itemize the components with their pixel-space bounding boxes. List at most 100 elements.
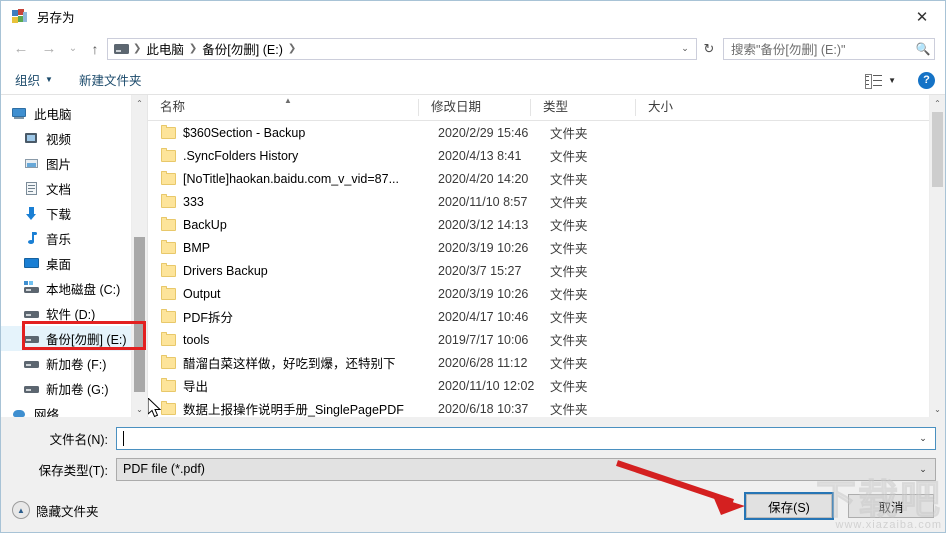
search-box[interactable]: 搜索"备份[勿删] (E:)" 🔍 <box>723 37 935 60</box>
column-header-date[interactable]: 修改日期 <box>418 99 530 116</box>
scroll-down-icon[interactable]: ⌄ <box>930 401 945 417</box>
breadcrumb-item-0[interactable]: 此电脑 <box>142 39 188 58</box>
table-row[interactable]: 333 2020/11/10 8:57 文件夹 <box>148 190 945 213</box>
folder-icon <box>161 308 176 323</box>
sidebar-item-local-disk-c[interactable]: 本地磁盘 (C:) <box>1 276 147 301</box>
scroll-up-icon[interactable]: ⌃ <box>930 95 945 111</box>
table-row[interactable]: Output 2020/3/19 10:26 文件夹 <box>148 282 945 305</box>
column-header-name[interactable]: 名称 <box>148 99 418 116</box>
cell-name: .SyncFolders History <box>183 148 299 163</box>
sort-ascending-icon: ▲ <box>284 96 292 105</box>
up-icon[interactable]: ↑ <box>83 37 107 61</box>
sidebar-item-downloads[interactable]: 下载 <box>1 201 147 226</box>
sidebar-item-pictures[interactable]: 图片 <box>1 151 147 176</box>
table-row[interactable]: BMP 2020/3/19 10:26 文件夹 <box>148 236 945 259</box>
folder-icon <box>161 377 176 392</box>
folder-icon <box>161 216 176 231</box>
table-row[interactable]: BackUp 2020/3/12 14:13 文件夹 <box>148 213 945 236</box>
save-button[interactable]: 保存(S) <box>744 492 834 520</box>
table-row[interactable]: PDF拆分 2020/4/17 10:46 文件夹 <box>148 305 945 328</box>
filename-row: 文件名(N): ⌄ <box>1 426 945 450</box>
videos-icon <box>23 130 40 147</box>
savetype-chevron-down-icon[interactable]: ⌄ <box>911 459 935 480</box>
view-list-icon[interactable] <box>865 73 883 89</box>
scrollbar-thumb[interactable] <box>134 237 145 392</box>
folder-icon <box>161 193 176 208</box>
forward-icon[interactable]: → <box>35 37 63 61</box>
table-row[interactable]: .SyncFolders History 2020/4/13 8:41 文件夹 <box>148 144 945 167</box>
sidebar-item-drive-d[interactable]: 软件 (D:) <box>1 301 147 326</box>
sidebar-item-videos[interactable]: 视频 <box>1 126 147 151</box>
back-icon[interactable]: ← <box>7 37 35 61</box>
file-list-scrollbar[interactable]: ⌃ ⌄ <box>929 95 945 417</box>
save-as-icon <box>12 8 28 25</box>
sidebar-item-drive-e[interactable]: 备份[勿删] (E:) <box>1 326 147 351</box>
scrollbar-thumb[interactable] <box>932 112 943 187</box>
address-dropdown-icon[interactable]: ⌄ <box>674 43 696 54</box>
organize-button[interactable]: 组织 ▼ <box>15 70 53 89</box>
sidebar-item-label: 文档 <box>46 183 72 197</box>
cell-type: 文件夹 <box>550 334 588 348</box>
cell-type: 文件夹 <box>550 150 588 164</box>
cell-type: 文件夹 <box>550 196 588 210</box>
table-row[interactable]: 导出 2020/11/10 12:02 文件夹 <box>148 374 945 397</box>
cell-type: 文件夹 <box>550 380 588 394</box>
sidebar-item-music[interactable]: 音乐 <box>1 226 147 251</box>
filename-chevron-down-icon[interactable]: ⌄ <box>911 428 935 449</box>
table-row[interactable]: $360Section - Backup 2020/2/29 15:46 文件夹 <box>148 121 945 144</box>
column-header-size[interactable]: 大小 <box>635 99 705 116</box>
search-icon[interactable]: 🔍 <box>912 42 934 56</box>
filename-input[interactable]: ⌄ <box>116 426 936 450</box>
refresh-icon[interactable]: ↻ <box>697 38 721 60</box>
scroll-down-icon[interactable]: ⌄ <box>132 401 147 417</box>
cell-name: [NoTitle]haokan.baidu.com_v_vid=87... <box>183 171 399 186</box>
sidebar-item-network[interactable]: 网络 <box>1 401 147 417</box>
computer-icon <box>11 105 28 122</box>
new-folder-button[interactable]: 新建文件夹 <box>79 70 142 89</box>
savetype-label: 保存类型(T): <box>38 463 108 478</box>
cell-name: $360Section - Backup <box>183 125 306 140</box>
cell-name: 导出 <box>183 380 209 394</box>
sidebar-item-drive-f[interactable]: 新加卷 (F:) <box>1 351 147 376</box>
help-icon[interactable]: ? <box>918 71 935 89</box>
sidebar-item-drive-g[interactable]: 新加卷 (G:) <box>1 376 147 401</box>
music-icon <box>23 230 40 247</box>
desktop-icon <box>23 255 40 272</box>
sidebar-item-label: 图片 <box>46 158 72 172</box>
sidebar-item-desktop[interactable]: 桌面 <box>1 251 147 276</box>
breadcrumb-separator: ❯ <box>188 43 198 54</box>
cancel-button[interactable]: 取消 <box>848 494 934 518</box>
cell-type: 文件夹 <box>550 265 588 279</box>
table-row[interactable]: [NoTitle]haokan.baidu.com_v_vid=87... 20… <box>148 167 945 190</box>
close-icon[interactable]: ✕ <box>899 1 945 32</box>
breadcrumb-item-1[interactable]: 备份[勿删] (E:) <box>198 39 287 58</box>
file-list-header: 名称 修改日期 类型 大小 ▲ <box>148 95 945 121</box>
cell-date: 2020/11/10 8:57 <box>438 194 528 209</box>
navigation-scrollbar[interactable]: ⌃ ⌄ <box>131 95 147 417</box>
view-chevron-down-icon[interactable]: ▼ <box>888 76 896 85</box>
address-bar[interactable]: ❯ 此电脑 ❯ 备份[勿删] (E:) ❯ ⌄ <box>107 37 697 60</box>
sidebar-item-label: 新加卷 (F:) <box>46 358 107 372</box>
table-row[interactable]: Drivers Backup 2020/3/7 15:27 文件夹 <box>148 259 945 282</box>
cell-name: 333 <box>183 194 204 209</box>
navigation-list: 此电脑 视频 图片 文档 下载 音乐 桌面 本地磁盘 (C:) 软件 (D:) … <box>1 95 147 417</box>
hide-folders-button[interactable]: ▲ 隐藏文件夹 <box>12 501 99 520</box>
table-row[interactable]: 醋溜白菜这样做，好吃到爆，还特别下 2020/6/28 11:12 文件夹 <box>148 351 945 374</box>
sidebar-item-documents[interactable]: 文档 <box>1 176 147 201</box>
toolbar-right-group: ▼ ? <box>865 65 935 95</box>
save-as-dialog: 另存为 ✕ ← → ⌄ ↑ ❯ 此电脑 ❯ 备份[勿删] (E:) ❯ ⌄ ↻ … <box>0 0 946 533</box>
sidebar-item-label: 视频 <box>46 133 72 147</box>
cell-date: 2020/4/17 10:46 <box>438 309 529 324</box>
downloads-icon <box>23 205 40 222</box>
chevron-up-circle-icon: ▲ <box>12 501 30 519</box>
search-input[interactable]: 搜索"备份[勿删] (E:)" <box>724 39 912 58</box>
recent-locations-icon[interactable]: ⌄ <box>63 37 83 61</box>
scroll-up-icon[interactable]: ⌃ <box>132 95 147 111</box>
cell-date: 2020/3/7 15:27 <box>438 263 522 278</box>
table-row[interactable]: tools 2019/7/17 10:06 文件夹 <box>148 328 945 351</box>
sidebar-item-this-pc[interactable]: 此电脑 <box>1 101 147 126</box>
savetype-select[interactable]: PDF file (*.pdf) ⌄ <box>116 457 936 481</box>
table-row[interactable]: 数据上报操作说明手册_SinglePagePDF 2020/6/18 10:37… <box>148 397 945 417</box>
column-header-type[interactable]: 类型 <box>530 99 635 116</box>
address-bar-row: ← → ⌄ ↑ ❯ 此电脑 ❯ 备份[勿删] (E:) ❯ ⌄ ↻ 搜索"备份[… <box>1 32 945 65</box>
